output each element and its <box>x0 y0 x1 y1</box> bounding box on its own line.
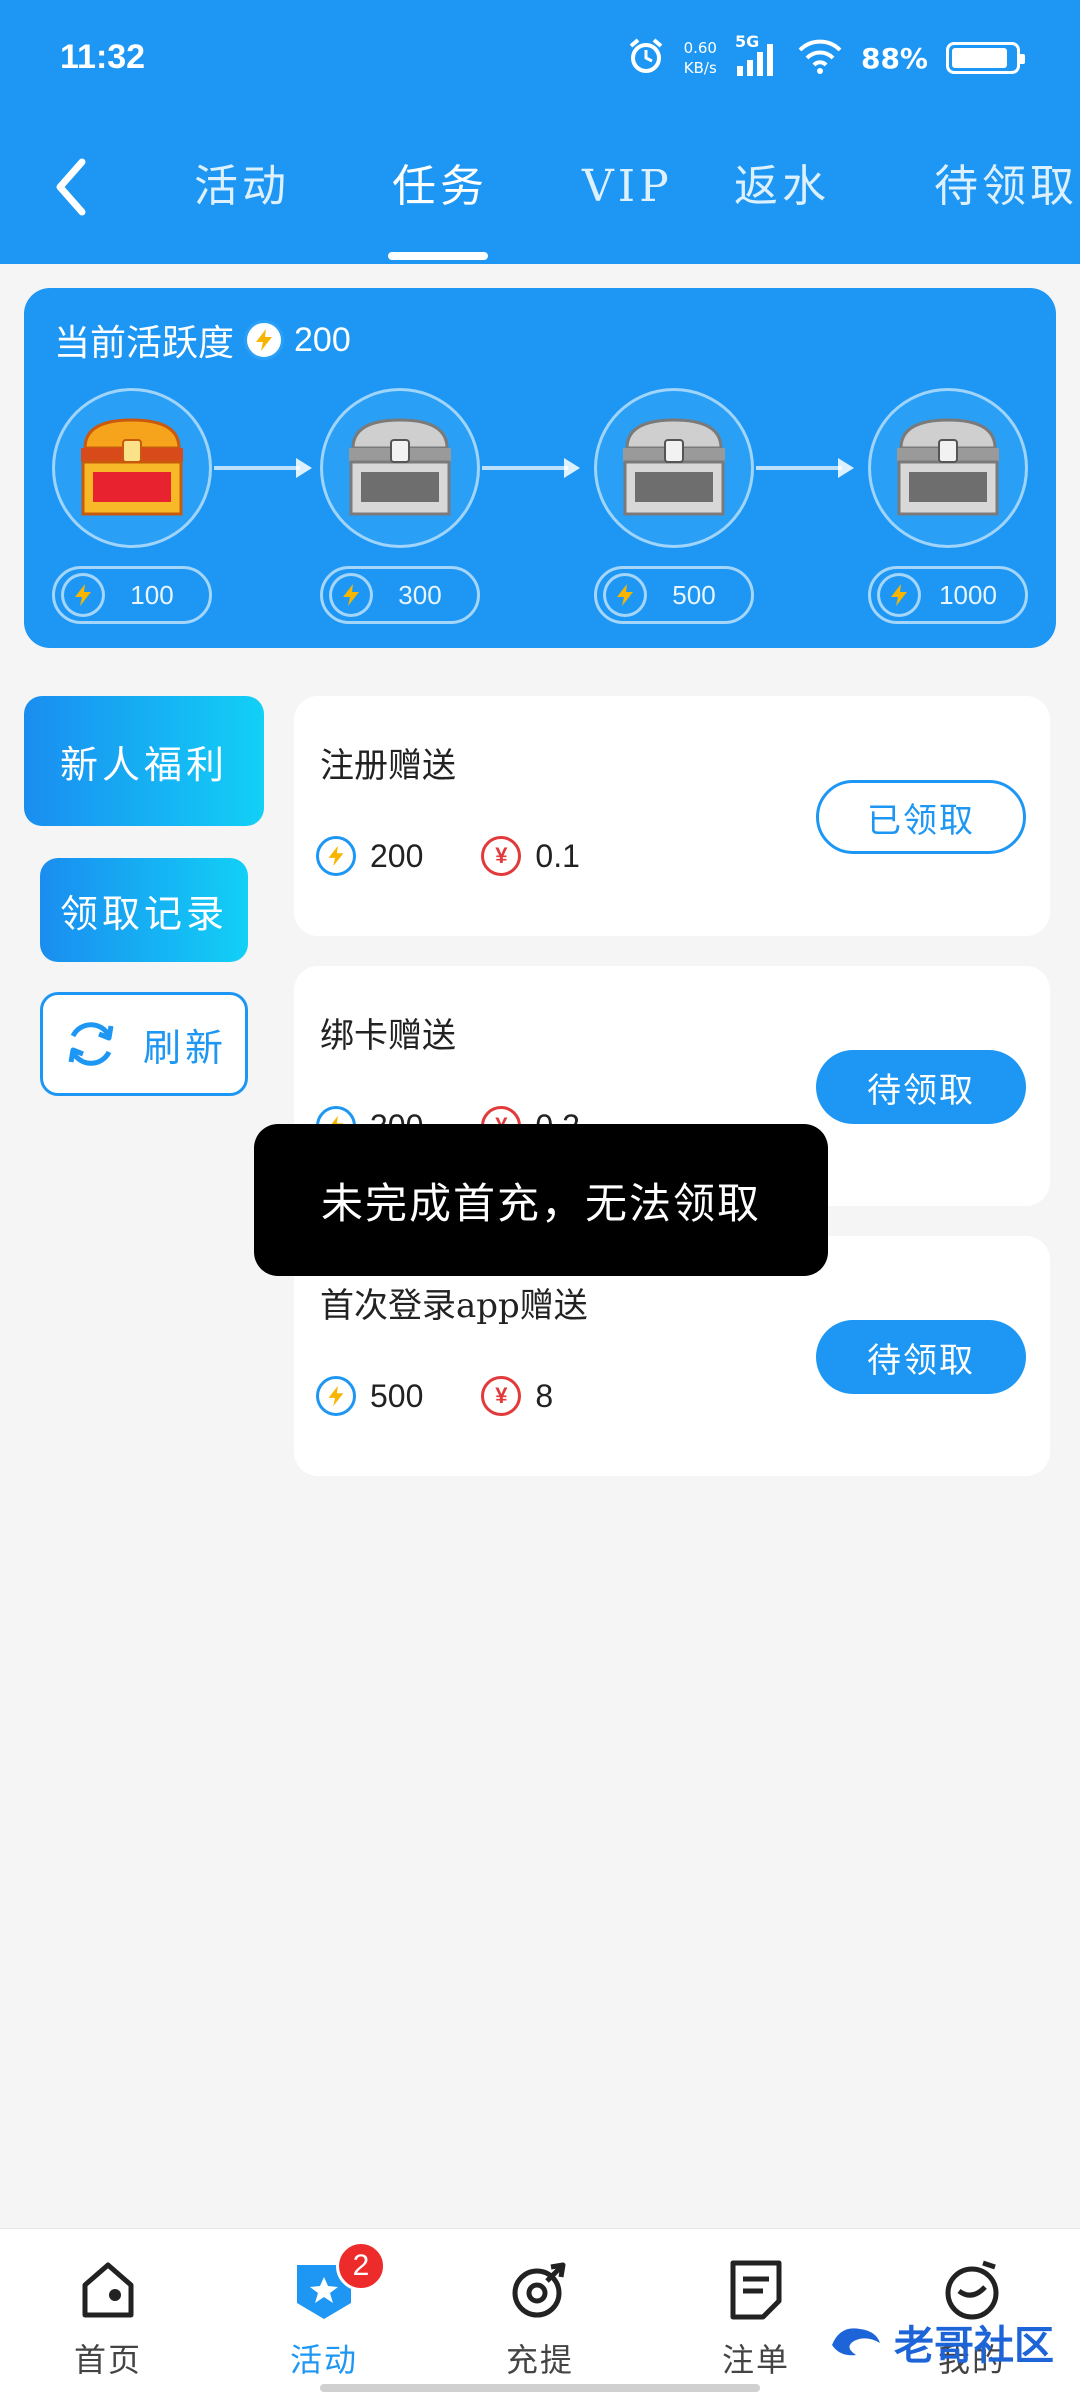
reward-title: 首次登录app赠送 <box>320 1286 588 1326</box>
tab-vip[interactable]: VIP <box>582 152 673 222</box>
speed-unit: KB/s <box>683 59 717 77</box>
header: 11:32 0.60 KB/s 5G 88% 活动 任务 VIP 返水 待领取 <box>0 0 1080 264</box>
threshold-value: 100 <box>130 579 174 610</box>
refresh-icon <box>68 1022 114 1066</box>
tab-indicator <box>388 252 488 260</box>
treasure-chest-icon <box>81 418 183 516</box>
yen-icon: ¥ <box>481 1376 522 1416</box>
watermark-text: 老哥社区 <box>894 2323 1054 2369</box>
tab-rebate[interactable]: 返水 <box>734 152 830 222</box>
activity-card: 当前活跃度 200 100 300 500 1000 <box>24 288 1056 648</box>
chest-silver[interactable] <box>868 388 1028 548</box>
reward-title: 注册赠送 <box>320 746 456 786</box>
nav-home[interactable]: 首页 <box>38 2257 178 2387</box>
chest-gold[interactable] <box>52 388 212 548</box>
back-button[interactable] <box>40 152 110 222</box>
threshold-pill: 500 <box>594 566 754 624</box>
refresh-button[interactable]: 刷新 <box>40 992 248 1096</box>
nav-label: 充提 <box>505 2341 574 2379</box>
status-time: 11:32 <box>60 38 146 76</box>
claimed-button[interactable]: 已领取 <box>816 780 1026 854</box>
treasure-chest-icon <box>623 418 725 516</box>
threshold-value: 500 <box>672 579 716 610</box>
activity-header: 当前活跃度 200 <box>54 314 351 366</box>
tab-tasks[interactable]: 任务 <box>392 152 488 222</box>
alarm-icon <box>626 36 666 80</box>
chest-silver[interactable] <box>320 388 480 548</box>
reward-card: 注册赠送 200 ¥ 0.1 已领取 <box>294 696 1050 936</box>
refresh-label: 刷新 <box>142 1025 227 1070</box>
notification-badge: 2 <box>336 2241 386 2291</box>
nav-bets[interactable]: 注单 <box>686 2257 826 2387</box>
threshold-pill: 1000 <box>868 566 1028 624</box>
toast-message: 未完成首充，无法领取 <box>254 1124 828 1276</box>
threshold-value: 1000 <box>939 579 997 610</box>
activity-value: 200 <box>294 320 351 359</box>
treasure-chest-icon <box>349 418 451 516</box>
claim-button[interactable]: 待领取 <box>816 1050 1026 1124</box>
lightning-icon <box>316 1376 356 1416</box>
reward-points: 200 <box>370 837 424 874</box>
progress-connector <box>214 466 300 470</box>
nav-deposit-withdraw[interactable]: 充提 <box>470 2257 610 2387</box>
progress-connector <box>756 466 842 470</box>
chevron-left-icon <box>56 158 86 216</box>
claim-records-button[interactable]: 领取记录 <box>40 858 248 962</box>
threshold-pill: 100 <box>52 566 212 624</box>
lightning-icon <box>329 573 373 617</box>
nav-label: 注单 <box>721 2341 790 2379</box>
nav-activity[interactable]: 2 活动 <box>254 2241 394 2387</box>
arrow-right-icon <box>838 458 854 478</box>
top-nav: 活动 任务 VIP 返水 待领取 <box>0 130 1080 264</box>
arrow-right-icon <box>564 458 580 478</box>
wifi-icon <box>797 37 843 79</box>
network-speed: 0.60 KB/s <box>684 38 717 78</box>
lightning-icon <box>244 320 285 360</box>
battery-icon <box>946 42 1025 74</box>
speed-value: 0.60 <box>683 39 717 57</box>
arrow-right-icon <box>296 458 312 478</box>
tab-pending[interactable]: 待领取 <box>934 152 1078 222</box>
home-icon <box>82 2262 134 2318</box>
new-user-benefits-button[interactable]: 新人福利 <box>24 696 264 826</box>
status-bar: 11:32 0.60 KB/s 5G 88% <box>0 0 1080 120</box>
lightning-icon <box>603 573 647 617</box>
activity-title: 当前活跃度 <box>54 323 235 364</box>
battery-fill <box>952 48 1007 68</box>
nav-label: 活动 <box>289 2341 358 2379</box>
document-icon <box>730 2260 782 2320</box>
status-icons: 0.60 KB/s 5G 88% <box>626 30 1025 86</box>
deposit-icon <box>512 2262 566 2318</box>
lightning-icon <box>877 573 921 617</box>
lightning-icon <box>316 836 356 876</box>
reward-values: 500 ¥ 8 <box>316 1376 553 1416</box>
chest-silver[interactable] <box>594 388 754 548</box>
reward-money: 8 <box>535 1377 554 1414</box>
watermark: 老哥社区 <box>826 2310 1066 2374</box>
treasure-chest-icon <box>897 418 999 516</box>
reward-title: 绑卡赠送 <box>320 1016 456 1056</box>
battery-percent: 88% <box>860 41 928 75</box>
threshold-pill: 300 <box>320 566 480 624</box>
battery-tip <box>1020 54 1025 64</box>
tab-activity[interactable]: 活动 <box>194 152 290 222</box>
reward-points: 500 <box>370 1377 424 1414</box>
reward-values: 200 ¥ 0.1 <box>316 836 580 876</box>
progress-connector <box>482 466 568 470</box>
claim-button[interactable]: 待领取 <box>816 1320 1026 1394</box>
lightning-icon <box>61 573 105 617</box>
nav-label: 首页 <box>73 2341 142 2379</box>
threshold-value: 300 <box>398 579 442 610</box>
home-indicator <box>320 2384 760 2392</box>
cellular-signal-icon: 5G <box>735 32 779 78</box>
dragon-logo-icon <box>832 2328 880 2356</box>
yen-icon: ¥ <box>481 836 522 876</box>
reward-money: 0.1 <box>535 837 580 874</box>
